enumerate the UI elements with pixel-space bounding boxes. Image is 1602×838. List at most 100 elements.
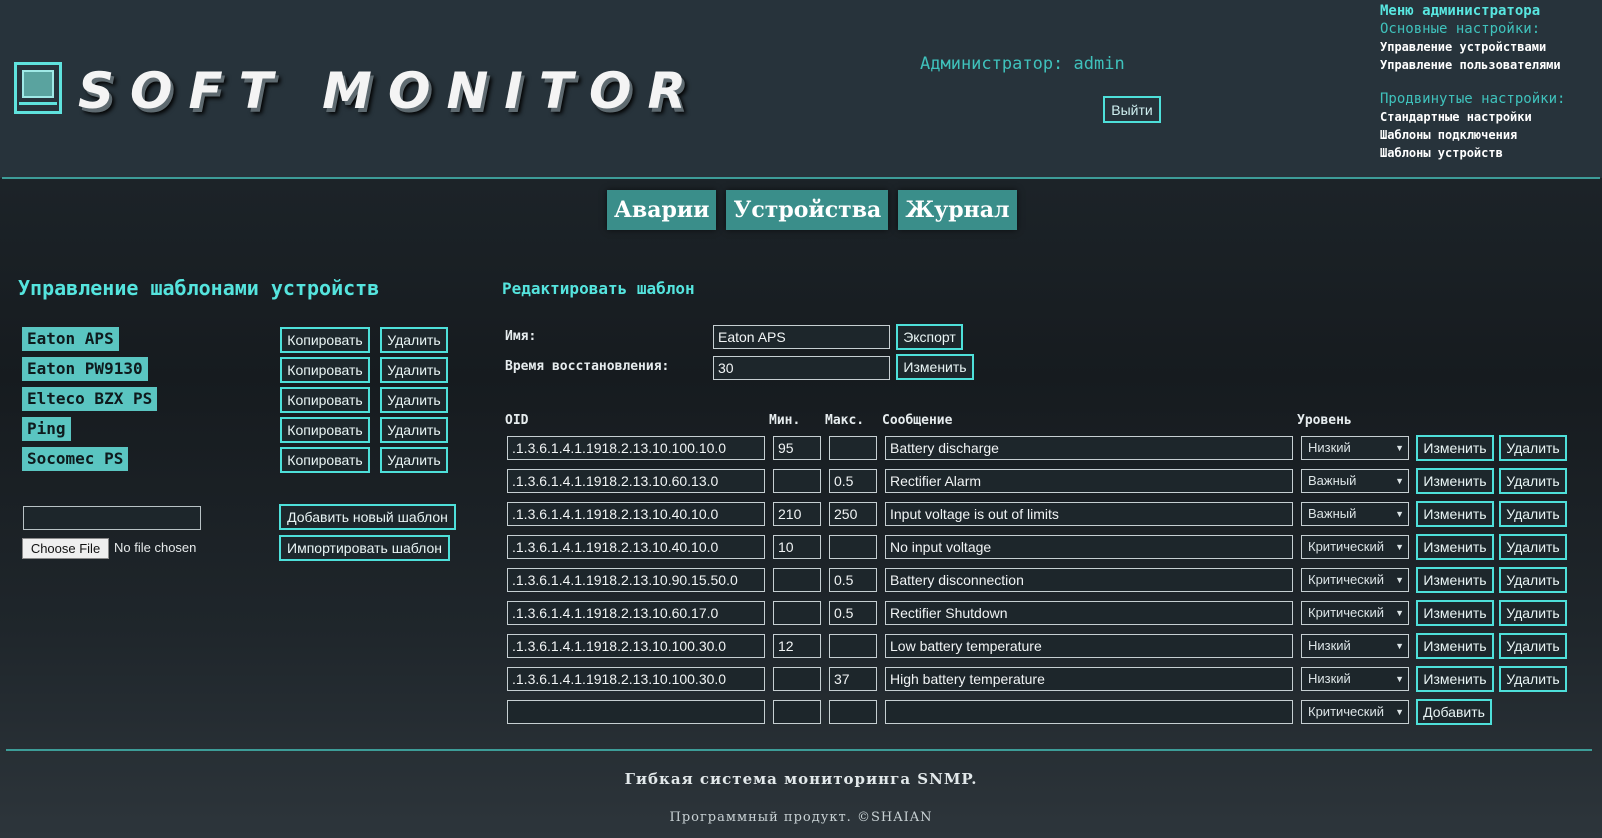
delete-rule-button[interactable]: Удалить (1499, 567, 1567, 593)
new-template-name-input[interactable] (23, 506, 201, 530)
delete-template-button[interactable]: Удалить (380, 327, 448, 353)
delete-template-button[interactable]: Удалить (380, 447, 448, 473)
delete-rule-button[interactable]: Удалить (1499, 633, 1567, 659)
level-select[interactable]: Низкий ▼ (1301, 667, 1409, 691)
min-input[interactable]: 10 (773, 535, 821, 559)
template-name-input[interactable]: Eaton APS (713, 325, 890, 349)
logout-button[interactable]: Выйти (1103, 96, 1161, 123)
max-input[interactable] (829, 634, 877, 658)
level-select[interactable]: Важный ▼ (1301, 502, 1409, 526)
message-input[interactable]: Rectifier Shutdown (885, 601, 1293, 625)
max-input[interactable] (829, 535, 877, 559)
min-input[interactable]: 95 (773, 436, 821, 460)
oid-input[interactable]: .1.3.6.1.4.1.1918.2.13.10.40.10.0 (507, 502, 765, 526)
change-recovery-button[interactable]: Изменить (896, 354, 974, 380)
copy-template-button[interactable]: Копировать (280, 387, 370, 413)
level-select[interactable]: Критический ▼ (1301, 535, 1409, 559)
menu-item-user-management[interactable]: Управление пользователями (1380, 56, 1565, 74)
menu-item-standard-settings[interactable]: Стандартные настройки (1380, 108, 1565, 126)
level-select-value: Низкий (1308, 671, 1351, 686)
tab-log[interactable]: Журнал (898, 190, 1017, 230)
menu-item-device-management[interactable]: Управление устройствами (1380, 38, 1565, 56)
min-input[interactable] (773, 469, 821, 493)
message-input[interactable]: No input voltage (885, 535, 1293, 559)
max-input[interactable] (829, 700, 877, 724)
change-rule-button[interactable]: Изменить (1416, 567, 1494, 593)
copy-template-button[interactable]: Копировать (280, 447, 370, 473)
max-input[interactable]: 250 (829, 502, 877, 526)
min-input[interactable] (773, 700, 821, 724)
message-input[interactable]: Battery discharge (885, 436, 1293, 460)
min-input[interactable] (773, 667, 821, 691)
max-input[interactable]: 37 (829, 667, 877, 691)
message-input[interactable]: High battery temperature (885, 667, 1293, 691)
delete-rule-button[interactable]: Удалить (1499, 435, 1567, 461)
delete-rule-button[interactable]: Удалить (1499, 600, 1567, 626)
admin-menu-title: Меню администратора (1380, 3, 1541, 19)
message-input[interactable]: Low battery temperature (885, 634, 1293, 658)
delete-rule-button[interactable]: Удалить (1499, 468, 1567, 494)
level-select-value: Низкий (1308, 440, 1351, 455)
max-input[interactable]: 0.5 (829, 469, 877, 493)
min-input[interactable] (773, 601, 821, 625)
delete-rule-button[interactable]: Удалить (1499, 666, 1567, 692)
oid-input[interactable] (507, 700, 765, 724)
level-select[interactable]: Низкий ▼ (1301, 634, 1409, 658)
menu-item-connection-templates[interactable]: Шаблоны подключения (1380, 126, 1565, 144)
min-input[interactable]: 210 (773, 502, 821, 526)
level-select[interactable]: Критический ▼ (1301, 601, 1409, 625)
copy-template-button[interactable]: Копировать (280, 357, 370, 383)
level-select[interactable]: Критический ▼ (1301, 700, 1409, 724)
import-template-button[interactable]: Импортировать шаблон (279, 535, 450, 561)
copy-template-button[interactable]: Копировать (280, 327, 370, 353)
change-rule-button[interactable]: Изменить (1416, 501, 1494, 527)
choose-file-button[interactable]: Choose File (22, 538, 109, 559)
oid-input[interactable]: .1.3.6.1.4.1.1918.2.13.10.100.30.0 (507, 634, 765, 658)
delete-template-button[interactable]: Удалить (380, 387, 448, 413)
template-row: Eaton APS Копировать Удалить (22, 327, 452, 353)
max-input[interactable] (829, 436, 877, 460)
change-rule-button[interactable]: Изменить (1416, 666, 1494, 692)
add-rule-button[interactable]: Добавить (1416, 699, 1492, 725)
change-rule-button[interactable]: Изменить (1416, 534, 1494, 560)
message-input[interactable]: Battery disconnection (885, 568, 1293, 592)
change-rule-button[interactable]: Изменить (1416, 435, 1494, 461)
template-name-eaton-aps[interactable]: Eaton APS (22, 327, 119, 351)
oid-input[interactable]: .1.3.6.1.4.1.1918.2.13.10.100.30.0 (507, 667, 765, 691)
delete-rule-button[interactable]: Удалить (1499, 501, 1567, 527)
change-rule-button[interactable]: Изменить (1416, 633, 1494, 659)
tab-alarms[interactable]: Аварии (607, 190, 717, 230)
max-input[interactable]: 0.5 (829, 568, 877, 592)
advanced-settings-heading: Продвинутые настройки: (1380, 91, 1566, 107)
message-input[interactable]: Rectifier Alarm (885, 469, 1293, 493)
template-name-eaton-pw9130[interactable]: Eaton PW9130 (22, 357, 148, 381)
min-input[interactable]: 12 (773, 634, 821, 658)
message-input[interactable] (885, 700, 1293, 724)
delete-template-button[interactable]: Удалить (380, 357, 448, 383)
min-input[interactable] (773, 568, 821, 592)
copy-template-button[interactable]: Копировать (280, 417, 370, 443)
footer-divider (6, 749, 1592, 751)
oid-input[interactable]: .1.3.6.1.4.1.1918.2.13.10.60.17.0 (507, 601, 765, 625)
template-name-socomec-ps[interactable]: Socomec PS (22, 447, 129, 471)
level-select[interactable]: Важный ▼ (1301, 469, 1409, 493)
oid-input[interactable]: .1.3.6.1.4.1.1918.2.13.10.90.15.50.0 (507, 568, 765, 592)
menu-item-device-templates[interactable]: Шаблоны устройств (1380, 144, 1565, 162)
oid-input[interactable]: .1.3.6.1.4.1.1918.2.13.10.40.10.0 (507, 535, 765, 559)
export-button[interactable]: Экспорт (896, 324, 963, 350)
oid-input[interactable]: .1.3.6.1.4.1.1918.2.13.10.100.10.0 (507, 436, 765, 460)
oid-input[interactable]: .1.3.6.1.4.1.1918.2.13.10.60.13.0 (507, 469, 765, 493)
recovery-time-input[interactable]: 30 (713, 356, 890, 380)
tab-devices[interactable]: Устройства (726, 190, 889, 230)
delete-rule-button[interactable]: Удалить (1499, 534, 1567, 560)
max-input[interactable]: 0.5 (829, 601, 877, 625)
level-select[interactable]: Критический ▼ (1301, 568, 1409, 592)
template-name-ping[interactable]: Ping (22, 417, 71, 441)
change-rule-button[interactable]: Изменить (1416, 600, 1494, 626)
add-new-template-button[interactable]: Добавить новый шаблон (279, 504, 456, 530)
level-select[interactable]: Низкий ▼ (1301, 436, 1409, 460)
template-name-elteco-bzx-ps[interactable]: Elteco BZX PS (22, 387, 158, 411)
message-input[interactable]: Input voltage is out of limits (885, 502, 1293, 526)
delete-template-button[interactable]: Удалить (380, 417, 448, 443)
change-rule-button[interactable]: Изменить (1416, 468, 1494, 494)
